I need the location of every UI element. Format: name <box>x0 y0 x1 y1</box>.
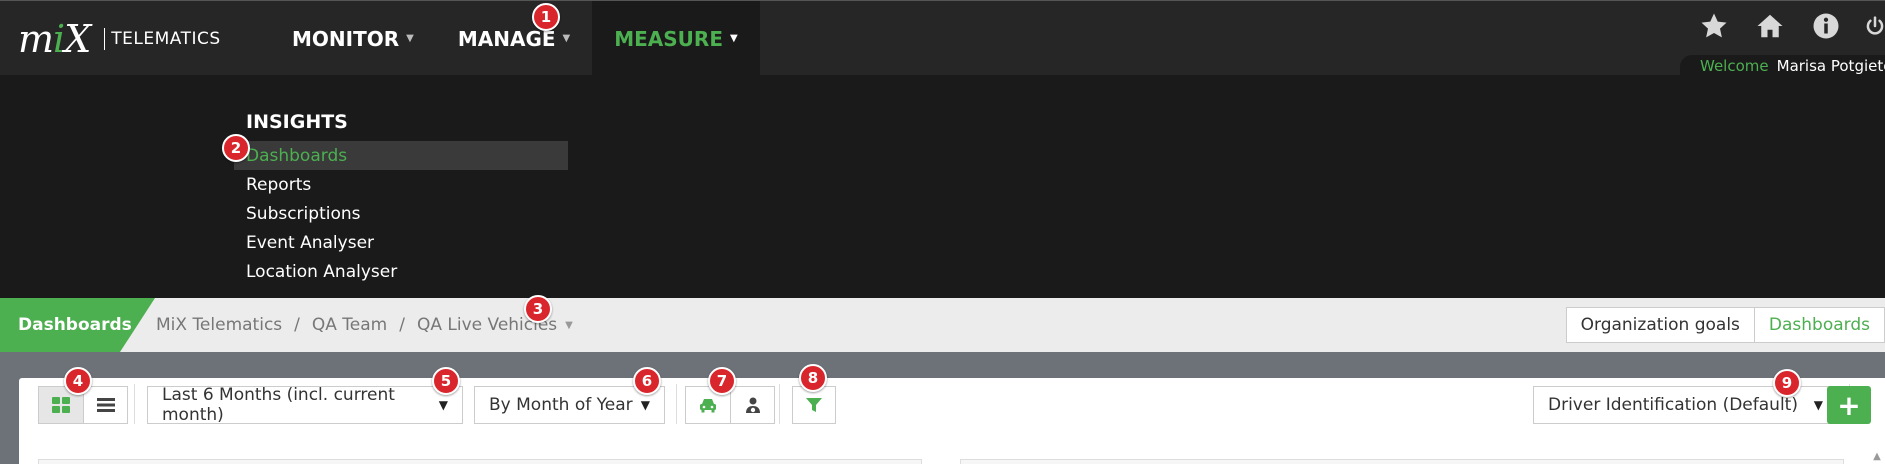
period-select[interactable]: Last 6 Months (incl. current month) ▼ <box>147 385 463 425</box>
user-name[interactable]: Marisa Potgieter <box>1777 57 1885 75</box>
breadcrumb-separator: / <box>294 315 300 335</box>
annotation-badge: 2 <box>222 134 250 162</box>
breadcrumb-separator: / <box>399 315 405 335</box>
dashboard-panel <box>960 459 1844 464</box>
caret-down-icon[interactable]: ▼ <box>565 320 573 331</box>
nav-monitor[interactable]: MONITOR ▼ <box>270 1 436 76</box>
welcome-bar: Welcome Marisa Potgieter <box>1680 55 1885 76</box>
toolbar-divider <box>779 384 780 424</box>
caret-down-icon: ▼ <box>562 33 571 44</box>
tab-organization-goals[interactable]: Organization goals <box>1567 308 1754 342</box>
annotation-badge: 7 <box>708 367 736 395</box>
annotation-badge: 4 <box>64 367 92 395</box>
driver-icon[interactable] <box>730 387 774 423</box>
caret-down-icon: ▼ <box>729 33 738 44</box>
dashboard-toolbar: Last 6 Months (incl. current month) ▼ By… <box>19 378 1885 464</box>
top-icons <box>1697 9 1885 43</box>
breadcrumb: MiX Telematics / QA Team / QA Live Vehic… <box>156 298 573 352</box>
breadcrumb-item[interactable]: QA Team <box>312 315 387 335</box>
home-icon[interactable] <box>1753 9 1787 43</box>
annotation-badge: 5 <box>432 367 460 395</box>
menu-item-event-analyser[interactable]: Event Analyser <box>234 228 568 257</box>
annotation-badge: 9 <box>1773 369 1801 397</box>
scroll-up-icon[interactable]: ▲ <box>1869 448 1885 464</box>
list-view-icon[interactable] <box>83 387 127 423</box>
breadcrumb-bar: Dashboards MiX Telematics / QA Team / QA… <box>0 298 1885 352</box>
caret-down-icon: ▼ <box>406 33 414 44</box>
page: miX TELEMATICS MONITOR ▼ MANAGE ▼ MEASUR… <box>0 0 1885 464</box>
menu-item-reports[interactable]: Reports <box>234 170 568 199</box>
logo-mark: miX <box>18 17 91 61</box>
dashboard-content: Last 6 Months (incl. current month) ▼ By… <box>0 352 1885 464</box>
tab-dashboards[interactable]: Dashboards <box>1753 308 1884 342</box>
logo-text: TELEMATICS <box>111 29 221 49</box>
identification-select-value: Driver Identification (Default) <box>1548 395 1798 415</box>
dashboard-panel <box>38 459 922 464</box>
annotation-badge: 6 <box>633 367 661 395</box>
filter-icon <box>806 398 822 412</box>
measure-dropdown-menu: INSIGHTS Dashboards Reports Subscription… <box>0 75 1885 298</box>
annotation-badge: 1 <box>532 3 560 31</box>
period-select-value: Last 6 Months (incl. current month) <box>162 385 395 425</box>
menu-item-location-analyser[interactable]: Location Analyser <box>234 257 568 286</box>
main-nav: MONITOR ▼ MANAGE ▼ MEASURE ▼ <box>270 1 760 76</box>
menu-item-subscriptions[interactable]: Subscriptions <box>234 199 568 228</box>
nav-measure[interactable]: MEASURE ▼ <box>592 1 760 76</box>
nav-manage[interactable]: MANAGE ▼ <box>436 1 592 76</box>
power-icon[interactable] <box>1865 9 1885 43</box>
view-tabs: Organization goals Dashboards <box>1565 307 1885 343</box>
top-navbar: miX TELEMATICS MONITOR ▼ MANAGE ▼ MEASUR… <box>0 0 1885 76</box>
caret-down-icon: ▼ <box>1813 398 1823 412</box>
add-dashboard-button[interactable]: + <box>1827 386 1871 424</box>
caret-down-icon: ▼ <box>438 398 448 412</box>
welcome-label: Welcome <box>1700 56 1769 75</box>
nav-monitor-label: MONITOR <box>292 26 400 51</box>
nav-measure-label: MEASURE <box>614 26 723 51</box>
info-icon[interactable] <box>1809 9 1843 43</box>
breadcrumb-item[interactable]: MiX Telematics <box>156 315 282 335</box>
section-tag: Dashboards <box>0 298 155 352</box>
annotation-badge: 8 <box>799 364 827 392</box>
insights-heading: INSIGHTS <box>246 111 348 133</box>
grouping-select-value: By Month of Year <box>489 395 633 415</box>
mix-telematics-logo[interactable]: miX TELEMATICS <box>18 17 221 61</box>
annotation-badge: 3 <box>524 295 552 323</box>
toolbar-divider <box>134 384 135 424</box>
logo-divider <box>104 28 106 50</box>
grouping-select[interactable]: By Month of Year ▼ <box>474 386 665 424</box>
menu-item-dashboards[interactable]: Dashboards <box>234 141 568 170</box>
caret-down-icon: ▼ <box>640 398 650 412</box>
toolbar-divider <box>676 384 677 424</box>
star-icon[interactable] <box>1697 9 1731 43</box>
